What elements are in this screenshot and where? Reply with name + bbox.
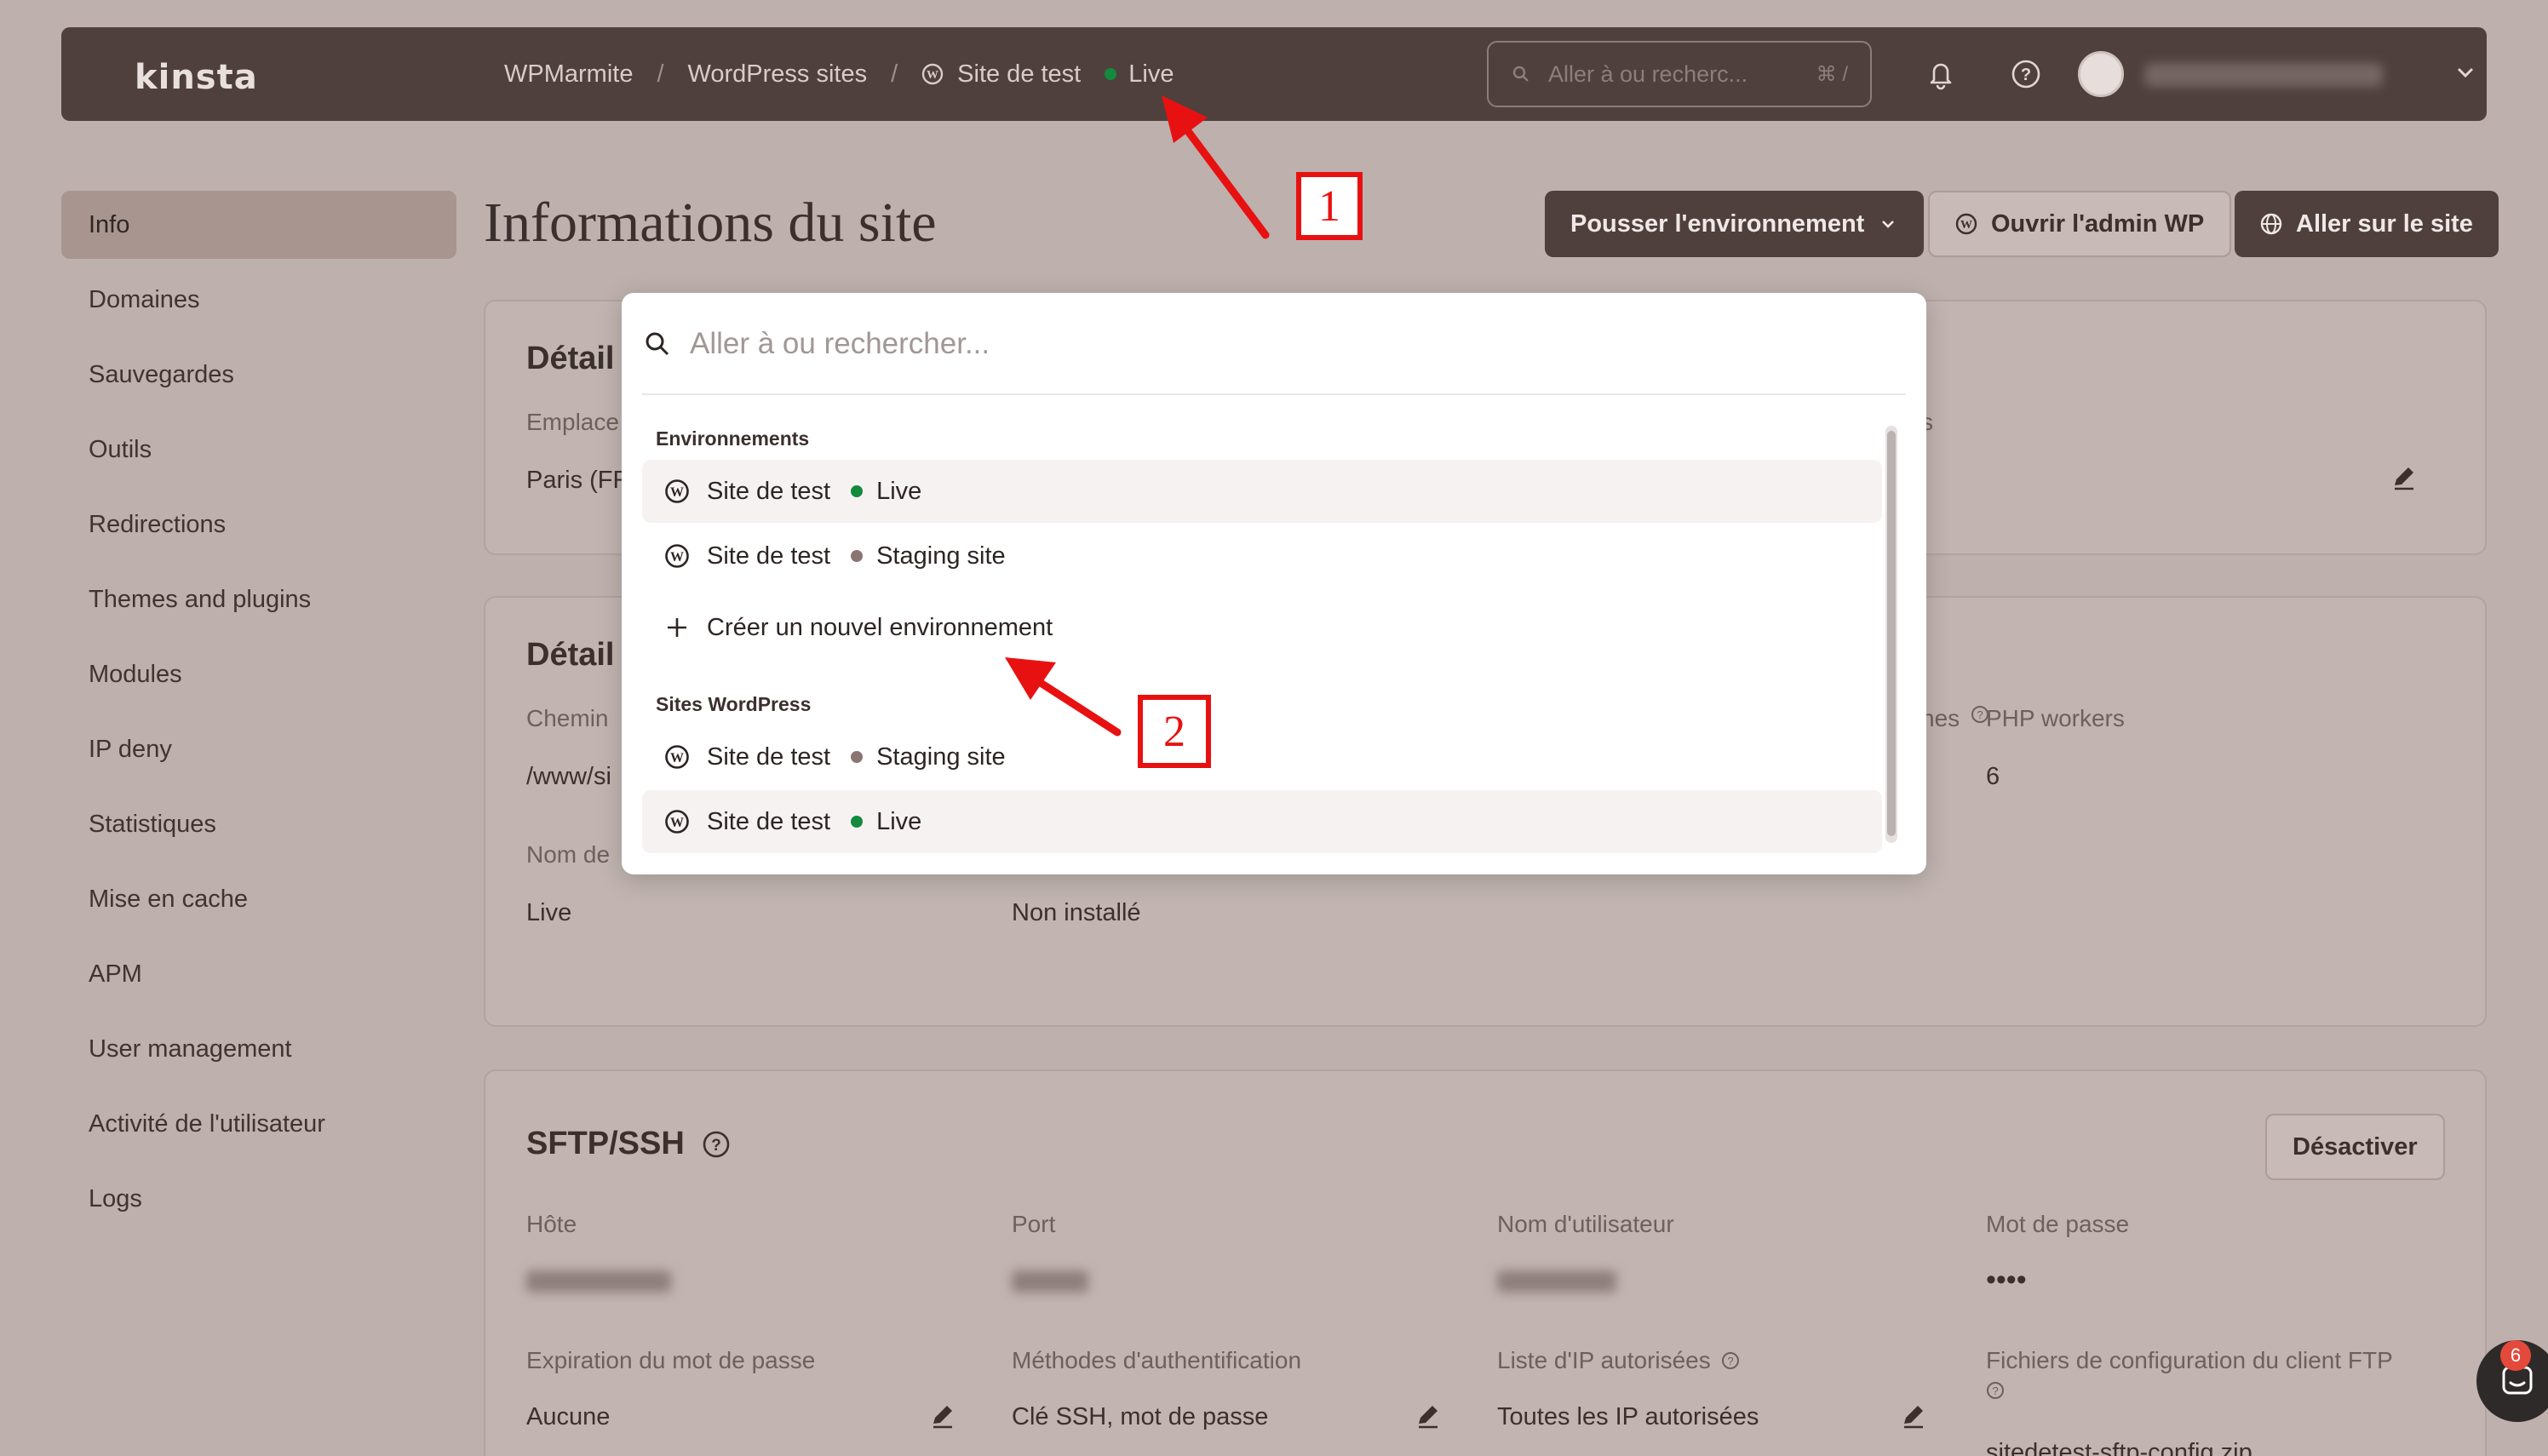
- annotation-arrows: [1005, 95, 1270, 737]
- annotation-2: 2: [1138, 695, 1211, 768]
- annotation-1: 1: [1296, 172, 1363, 240]
- chat-unread-badge: 6: [2500, 1340, 2531, 1371]
